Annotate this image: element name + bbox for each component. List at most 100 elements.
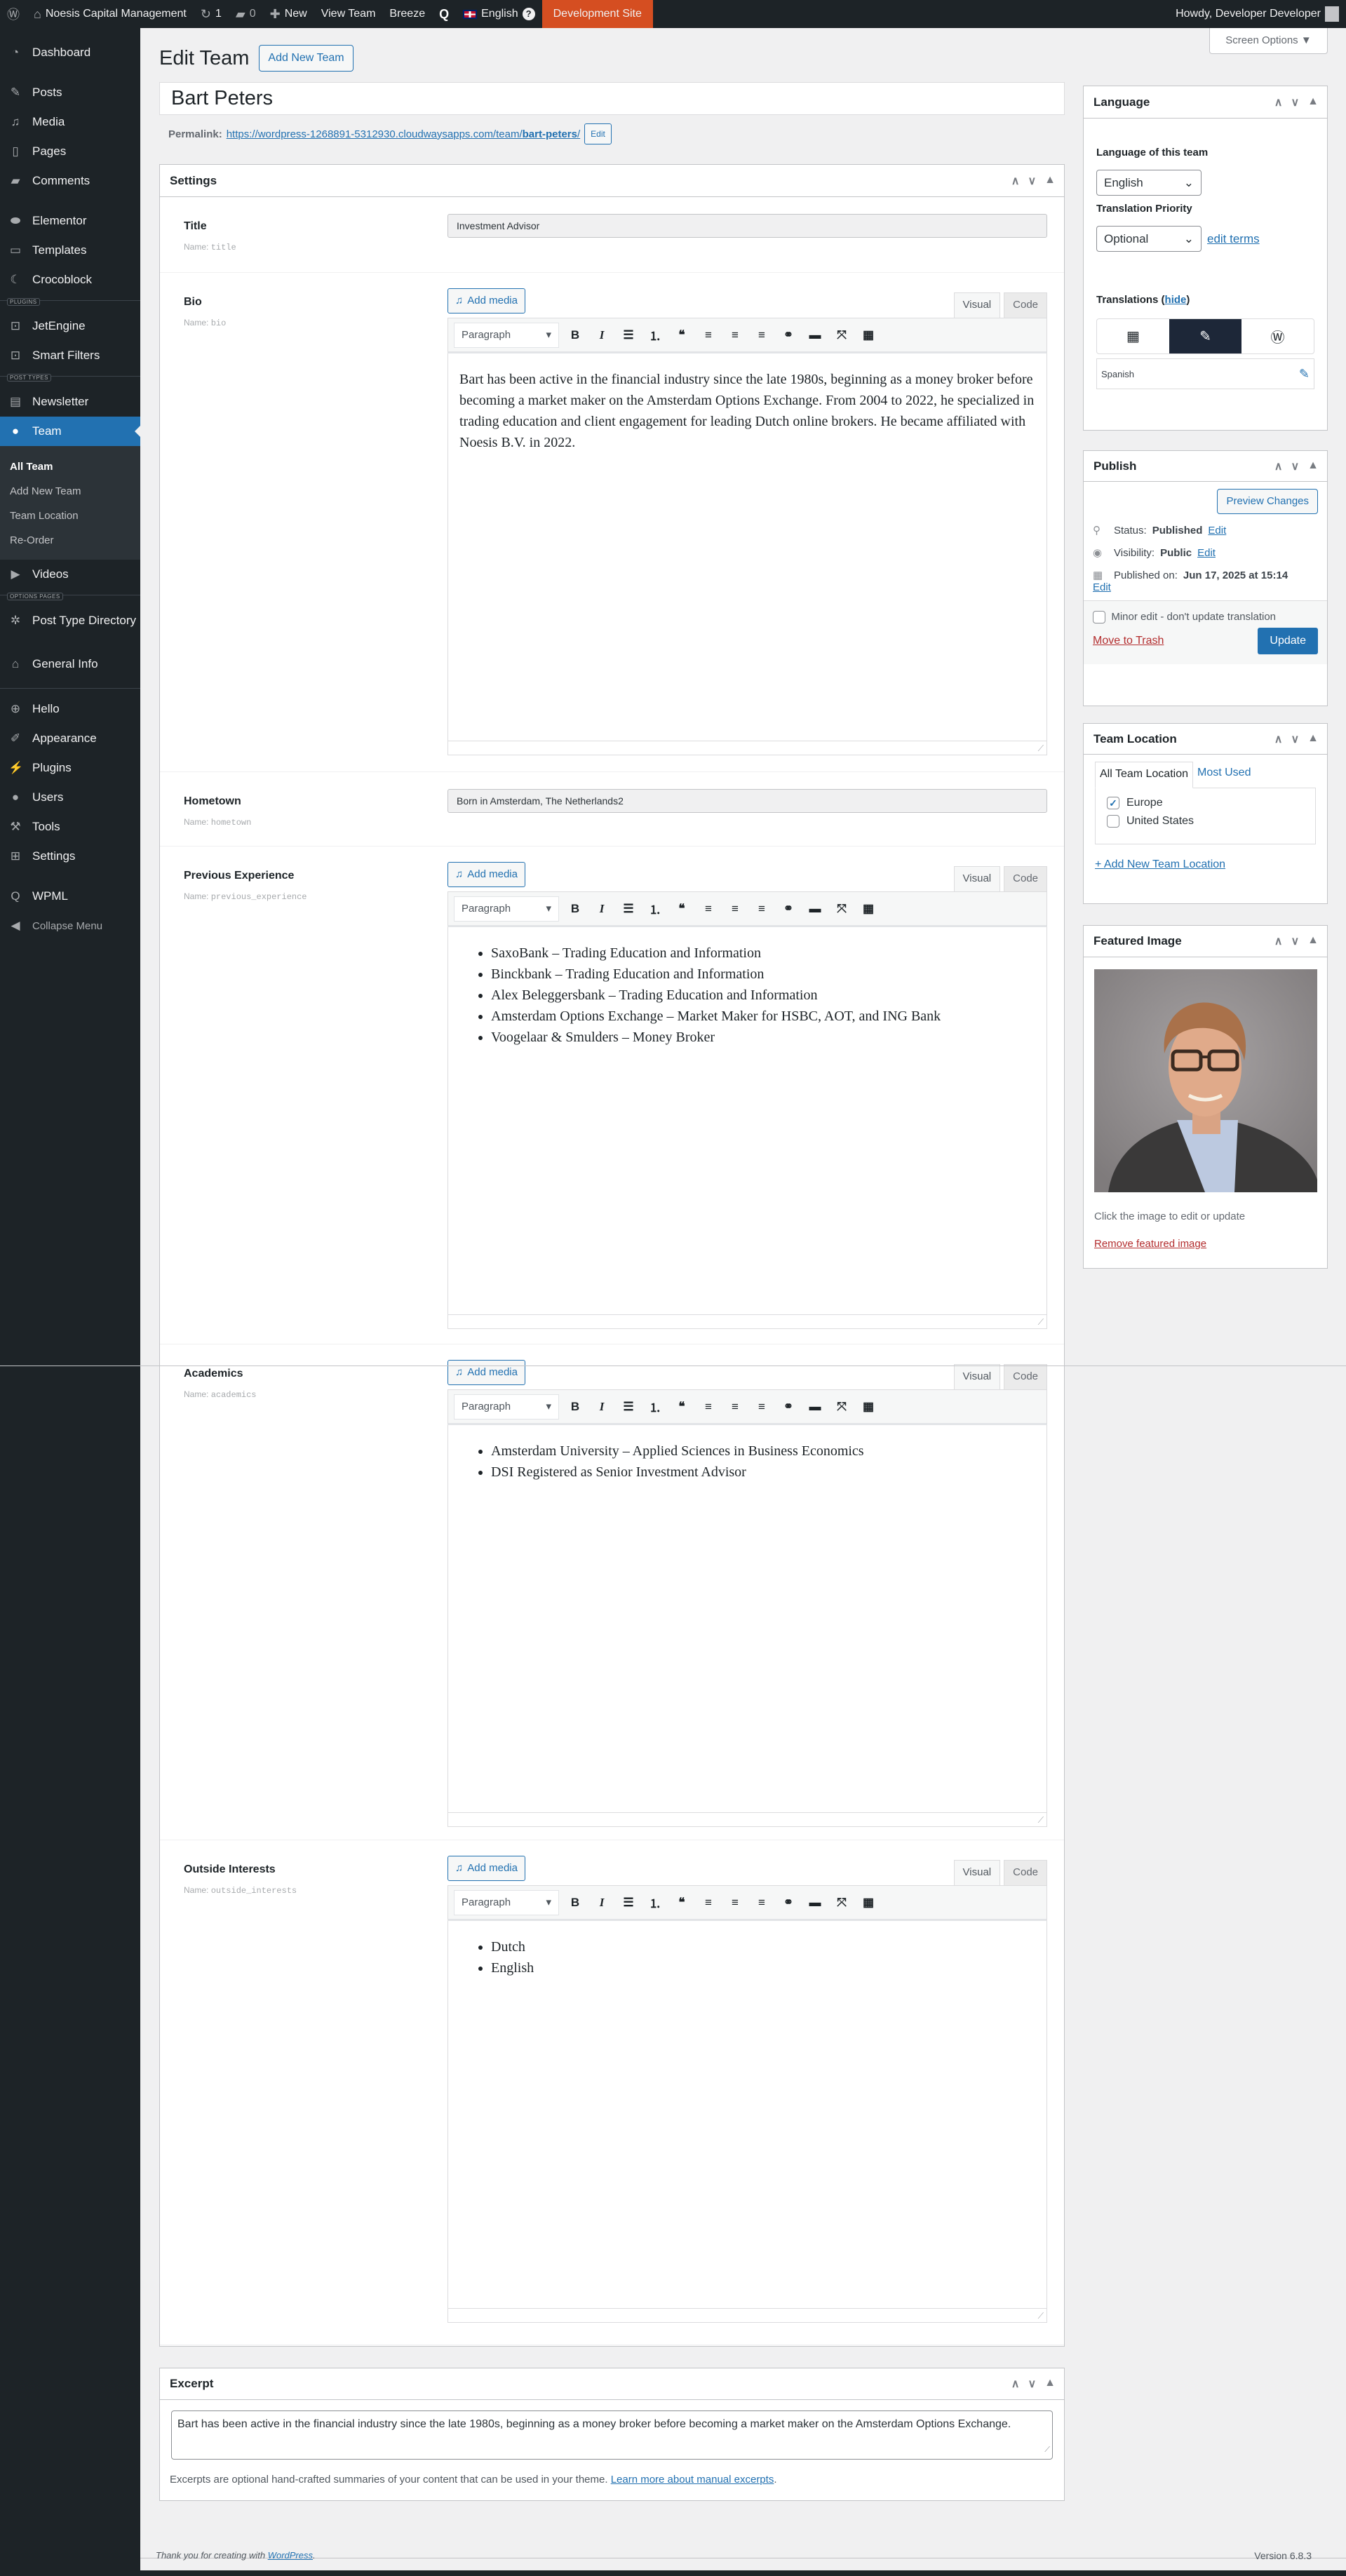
- wordpress-link[interactable]: WordPress: [268, 2550, 313, 2561]
- featured-image[interactable]: [1094, 969, 1317, 1192]
- remove-featured-image-link[interactable]: Remove featured image: [1094, 1238, 1317, 1250]
- sidebar-item-comments[interactable]: ▰ Comments: [0, 166, 140, 196]
- sidebar-item-appearance[interactable]: ✐ Appearance: [0, 724, 140, 753]
- move-down-icon[interactable]: ∨: [1028, 2377, 1036, 2391]
- tab-all-team-location[interactable]: All Team Location: [1095, 762, 1193, 788]
- link-icon[interactable]: ⚭: [778, 1400, 799, 1414]
- fullscreen-icon[interactable]: ⤧: [831, 1896, 852, 1910]
- align-center-icon[interactable]: ≡: [725, 902, 746, 916]
- align-center-icon[interactable]: ≡: [725, 1896, 746, 1910]
- sidebar-item-settings[interactable]: ⊞ Settings: [0, 842, 140, 871]
- update-button[interactable]: Update: [1258, 628, 1318, 655]
- align-right-icon[interactable]: ≡: [751, 902, 772, 916]
- add-media-button[interactable]: ♫ Add media: [447, 288, 525, 313]
- bullet-list-icon[interactable]: ☰: [618, 902, 639, 916]
- numbered-list-icon[interactable]: ⒈: [645, 900, 666, 917]
- toolbar-toggle-icon[interactable]: ▦: [858, 1400, 879, 1414]
- sidebar-item-post-type-directory[interactable]: ✲ Post Type Directory: [0, 606, 140, 649]
- bold-icon[interactable]: B: [565, 1400, 586, 1414]
- fullscreen-icon[interactable]: ⤧: [831, 902, 852, 916]
- tab-visual[interactable]: Visual: [953, 1364, 1001, 1389]
- sidebar-item-general-info[interactable]: ⌂ General Info: [0, 649, 140, 679]
- edit-terms-link[interactable]: edit terms: [1207, 232, 1260, 246]
- resize-handle-icon[interactable]: ⟋: [1038, 1816, 1044, 1824]
- sidebar-item-videos[interactable]: ▶ Videos: [0, 560, 140, 589]
- align-right-icon[interactable]: ≡: [751, 1896, 772, 1910]
- add-media-button[interactable]: ♫ Add media: [447, 1856, 525, 1881]
- view-team-link[interactable]: View Team: [314, 0, 383, 28]
- align-left-icon[interactable]: ≡: [698, 1400, 719, 1414]
- hide-translations-link[interactable]: hide: [1165, 294, 1187, 306]
- sidebar-item-jetengine[interactable]: ⊡ JetEngine: [0, 311, 140, 341]
- move-down-icon[interactable]: ∨: [1028, 174, 1036, 188]
- move-down-icon[interactable]: ∨: [1291, 459, 1299, 473]
- toggle-panel-icon[interactable]: ▲: [1307, 934, 1319, 948]
- toggle-panel-icon[interactable]: ▲: [1307, 95, 1319, 109]
- submenu-item-team-location[interactable]: Team Location: [0, 504, 140, 528]
- outside-interests-editor-content[interactable]: DutchEnglish ⟋: [447, 1921, 1047, 2323]
- minor-edit-checkbox[interactable]: [1093, 611, 1105, 624]
- checkbox-europe[interactable]: ✓: [1107, 797, 1119, 809]
- link-icon[interactable]: ⚭: [778, 1896, 799, 1910]
- post-title-input[interactable]: Bart Peters: [159, 82, 1065, 115]
- move-up-icon[interactable]: ∧: [1274, 732, 1283, 746]
- grid-view-icon[interactable]: ▦: [1097, 319, 1169, 353]
- blockquote-icon[interactable]: ❝: [671, 902, 692, 916]
- hometown-input[interactable]: Born in Amsterdam, The Netherlands2: [447, 789, 1047, 813]
- align-right-icon[interactable]: ≡: [751, 328, 772, 342]
- bold-icon[interactable]: B: [565, 328, 586, 342]
- move-up-icon[interactable]: ∧: [1011, 174, 1020, 188]
- wpml-menu[interactable]: Q: [432, 0, 456, 28]
- excerpt-learn-more-link[interactable]: Learn more about manual excerpts: [611, 2474, 774, 2486]
- numbered-list-icon[interactable]: ⒈: [645, 326, 666, 344]
- toggle-panel-icon[interactable]: ▲: [1044, 2377, 1056, 2391]
- bullet-list-icon[interactable]: ☰: [618, 1400, 639, 1414]
- format-select[interactable]: Paragraph ▾: [454, 1394, 559, 1420]
- bio-editor-content[interactable]: Bart has been active in the financial in…: [447, 353, 1047, 755]
- toggle-panel-icon[interactable]: ▲: [1307, 459, 1319, 473]
- bold-icon[interactable]: B: [565, 902, 586, 916]
- numbered-list-icon[interactable]: ⒈: [645, 1894, 666, 1911]
- align-left-icon[interactable]: ≡: [698, 1896, 719, 1910]
- site-name-menu[interactable]: ⌂ Noesis Capital Management: [27, 0, 194, 28]
- add-media-button[interactable]: ♫ Add media: [447, 1360, 525, 1385]
- translation-editor-icon[interactable]: ✎: [1169, 319, 1241, 353]
- excerpt-textarea[interactable]: Bart has been active in the financial in…: [171, 2410, 1053, 2460]
- sidebar-item-users[interactable]: ● Users: [0, 783, 140, 812]
- location-term[interactable]: ✓ Europe: [1107, 797, 1304, 809]
- italic-icon[interactable]: I: [591, 902, 612, 916]
- add-media-button[interactable]: ♫ Add media: [447, 862, 525, 887]
- sidebar-item-team[interactable]: ● Team: [0, 417, 140, 446]
- submenu-item-re-order[interactable]: Re-Order: [0, 528, 140, 553]
- resize-handle-icon[interactable]: ⟋: [1038, 1318, 1044, 1326]
- sidebar-item-crocoblock[interactable]: ☾ Crocoblock: [0, 265, 140, 295]
- align-center-icon[interactable]: ≡: [725, 328, 746, 342]
- sidebar-item-newsletter[interactable]: ▤ Newsletter: [0, 387, 140, 417]
- move-down-icon[interactable]: ∨: [1291, 732, 1299, 746]
- align-center-icon[interactable]: ≡: [725, 1400, 746, 1414]
- italic-icon[interactable]: I: [591, 1400, 612, 1414]
- submenu-item-add-new-team[interactable]: Add New Team: [0, 479, 140, 504]
- link-icon[interactable]: ⚭: [778, 328, 799, 342]
- permalink-edit-button[interactable]: Edit: [584, 123, 612, 144]
- sidebar-item-hello[interactable]: ⊕ Hello: [0, 694, 140, 724]
- move-to-trash-link[interactable]: Move to Trash: [1093, 635, 1164, 647]
- sidebar-item-posts[interactable]: ✎ Posts: [0, 78, 140, 107]
- resize-handle-icon[interactable]: ⟋: [1038, 2312, 1044, 2320]
- tab-code[interactable]: Code: [1004, 866, 1047, 891]
- tab-visual[interactable]: Visual: [953, 292, 1001, 318]
- tab-visual[interactable]: Visual: [953, 866, 1001, 891]
- read-more-icon[interactable]: ▬: [805, 1896, 826, 1910]
- align-right-icon[interactable]: ≡: [751, 1400, 772, 1414]
- align-left-icon[interactable]: ≡: [698, 328, 719, 342]
- toggle-panel-icon[interactable]: ▲: [1307, 732, 1319, 746]
- new-content-menu[interactable]: ✚ New: [263, 0, 314, 28]
- format-select[interactable]: Paragraph ▾: [454, 322, 559, 348]
- wp-logo-menu[interactable]: Ⓦ: [0, 0, 27, 28]
- move-up-icon[interactable]: ∧: [1274, 459, 1283, 473]
- sidebar-item-pages[interactable]: ▯ Pages: [0, 137, 140, 166]
- sidebar-item-elementor[interactable]: ⬬ Elementor: [0, 206, 140, 236]
- development-site-badge[interactable]: Development Site: [541, 0, 653, 28]
- sidebar-item-wpml[interactable]: Q WPML: [0, 882, 140, 911]
- read-more-icon[interactable]: ▬: [805, 902, 826, 916]
